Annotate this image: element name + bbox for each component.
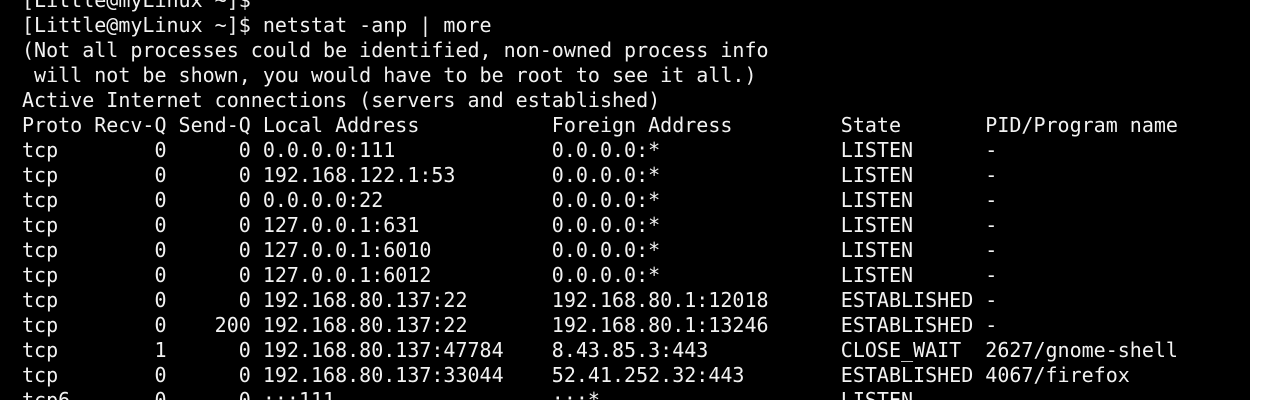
previous-prompt-line: [Little@myLinux ~]$ bbox=[22, 0, 251, 12]
table-row: tcp 0 0 127.0.0.1:631 0.0.0.0:* LISTEN - bbox=[22, 213, 998, 237]
table-row: tcp 1 0 192.168.80.137:47784 8.43.85.3:4… bbox=[22, 338, 1178, 362]
table-row: tcp 0 200 192.168.80.137:22 192.168.80.1… bbox=[22, 313, 998, 337]
table-row: tcp 0 0 192.168.122.1:53 0.0.0.0:* LISTE… bbox=[22, 163, 998, 187]
terminal-output: [Little@myLinux ~]$ [Little@myLinux ~]$ … bbox=[22, 0, 1178, 400]
permission-notice-line-2: will not be shown, you would have to be … bbox=[22, 63, 757, 87]
table-header-line: Proto Recv-Q Send-Q Local Address Foreig… bbox=[22, 113, 1178, 137]
command-prompt-line: [Little@myLinux ~]$ netstat -anp | more bbox=[22, 13, 492, 37]
table-row: tcp 0 0 0.0.0.0:22 0.0.0.0:* LISTEN - bbox=[22, 188, 998, 212]
vertical-scrollbar[interactable] bbox=[1250, 0, 1262, 400]
table-row: tcp6 0 0 :::111 :::* LISTEN - bbox=[22, 388, 998, 400]
permission-notice-line-1: (Not all processes could be identified, … bbox=[22, 38, 769, 62]
table-row: tcp 0 0 0.0.0.0:111 0.0.0.0:* LISTEN - bbox=[22, 138, 998, 162]
table-row: tcp 0 0 127.0.0.1:6010 0.0.0.0:* LISTEN … bbox=[22, 238, 998, 262]
terminal-window[interactable]: [Little@myLinux ~]$ [Little@myLinux ~]$ … bbox=[0, 0, 1262, 400]
table-row: tcp 0 0 127.0.0.1:6012 0.0.0.0:* LISTEN … bbox=[22, 263, 998, 287]
table-row: tcp 0 0 192.168.80.137:22 192.168.80.1:1… bbox=[22, 288, 998, 312]
table-row: tcp 0 0 192.168.80.137:33044 52.41.252.3… bbox=[22, 363, 1130, 387]
section-title-line: Active Internet connections (servers and… bbox=[22, 88, 661, 112]
